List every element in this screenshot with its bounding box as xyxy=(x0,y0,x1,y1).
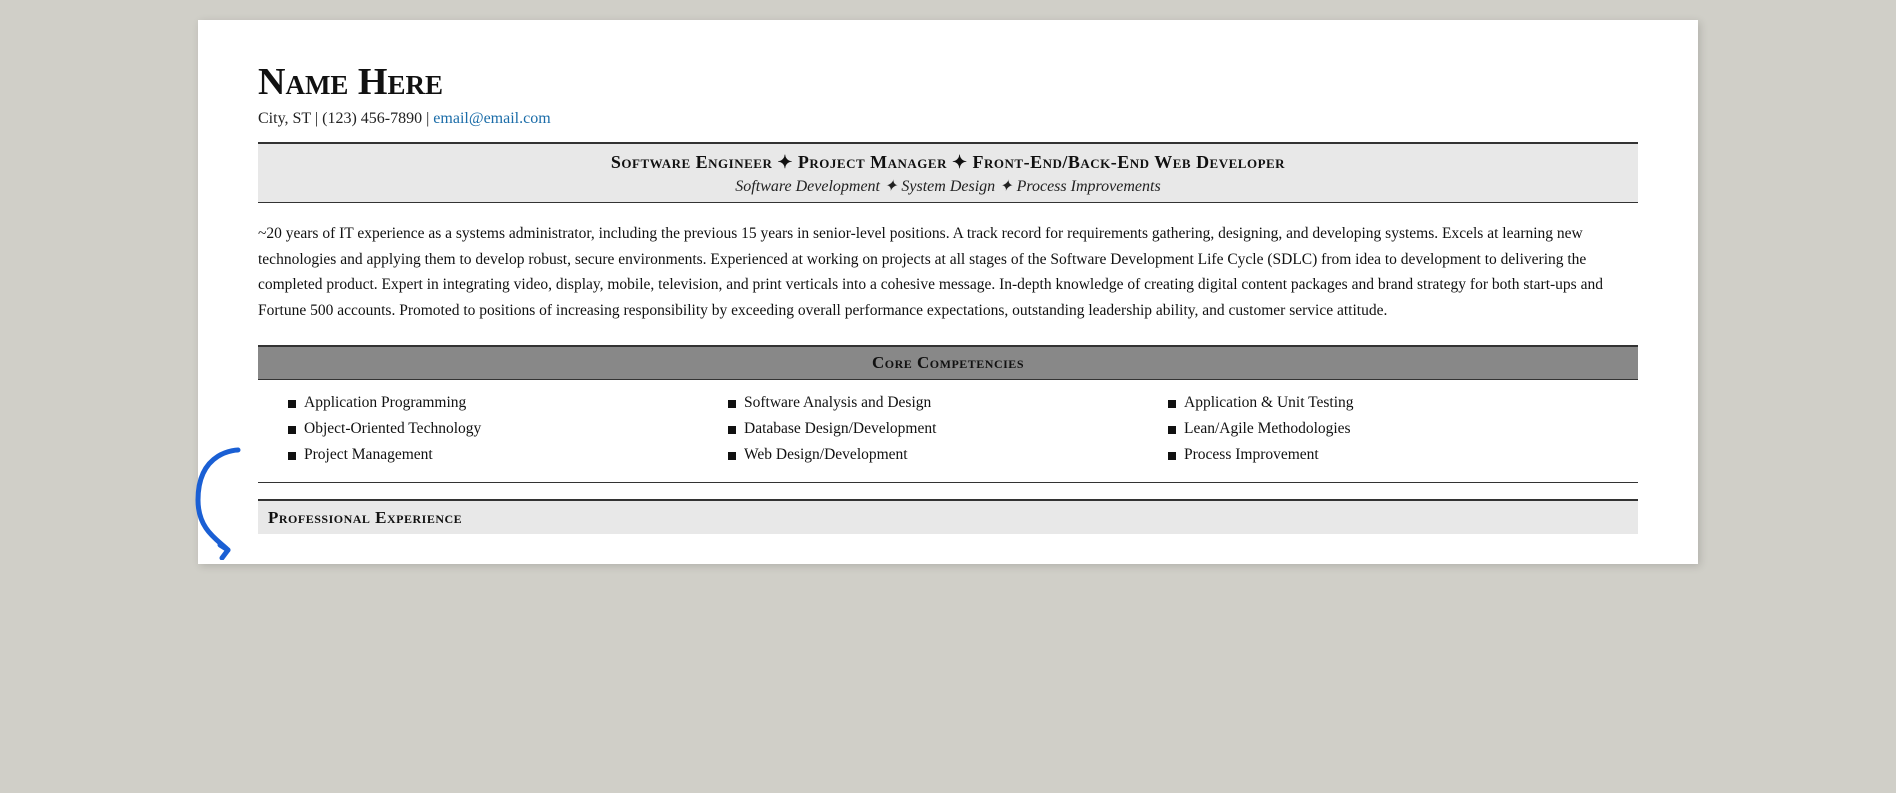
list-item: Application & Unit Testing xyxy=(1168,390,1608,416)
competencies-title: Core Competencies xyxy=(872,353,1024,372)
competencies-header: Core Competencies xyxy=(258,347,1638,379)
list-item: Software Analysis and Design xyxy=(728,390,1168,416)
list-item: Process Improvement xyxy=(1168,442,1608,468)
bullet-icon xyxy=(728,400,736,408)
competencies-col-3: Application & Unit Testing Lean/Agile Me… xyxy=(1168,390,1608,468)
list-item: Database Design/Development xyxy=(728,416,1168,442)
bullet-icon xyxy=(728,426,736,434)
title-banner: Software Engineer ✦ Project Manager ✦ Fr… xyxy=(258,142,1638,203)
competencies-section: Core Competencies Application Programmin… xyxy=(258,345,1638,483)
list-item: Web Design/Development xyxy=(728,442,1168,468)
bullet-icon xyxy=(288,426,296,434)
bullet-icon xyxy=(728,452,736,460)
summary-text: ~20 years of IT experience as a systems … xyxy=(258,221,1638,323)
professional-experience-header: Professional Experience xyxy=(258,499,1638,534)
list-item: Application Programming xyxy=(288,390,728,416)
professional-experience-title: Professional Experience xyxy=(268,508,462,527)
blue-arrow-annotation xyxy=(188,440,248,560)
bullet-icon xyxy=(1168,426,1176,434)
list-item: Project Management xyxy=(288,442,728,468)
competencies-col-1: Application Programming Object-Oriented … xyxy=(288,390,728,468)
resume-contact: City, ST | (123) 456-7890 | email@email.… xyxy=(258,110,1638,128)
list-item: Lean/Agile Methodologies xyxy=(1168,416,1608,442)
contact-email-link[interactable]: email@email.com xyxy=(433,110,550,127)
resume-document: Name Here City, ST | (123) 456-7890 | em… xyxy=(198,20,1698,564)
title-banner-sub-text: Software Development ✦ System Design ✦ P… xyxy=(268,176,1628,196)
title-banner-main-text: Software Engineer ✦ Project Manager ✦ Fr… xyxy=(268,152,1628,173)
competencies-grid: Application Programming Object-Oriented … xyxy=(258,379,1638,482)
resume-name: Name Here xyxy=(258,60,1638,104)
competencies-col-2: Software Analysis and Design Database De… xyxy=(728,390,1168,468)
bullet-icon xyxy=(288,400,296,408)
list-item: Object-Oriented Technology xyxy=(288,416,728,442)
bullet-icon xyxy=(1168,400,1176,408)
bullet-icon xyxy=(1168,452,1176,460)
contact-phone: (123) 456-7890 xyxy=(322,110,422,127)
contact-city: City, ST xyxy=(258,110,311,127)
bullet-icon xyxy=(288,452,296,460)
